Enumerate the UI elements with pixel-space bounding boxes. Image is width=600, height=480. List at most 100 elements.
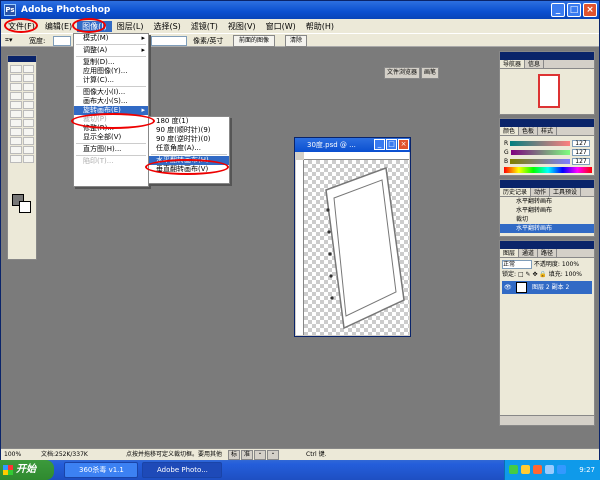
lock-icons[interactable]: □ ✎ ✥ 🔒 <box>518 271 547 278</box>
eyedropper-icon[interactable] <box>22 146 34 154</box>
move-tool-icon[interactable] <box>22 65 34 73</box>
history-item[interactable]: 水平翻转画布 <box>500 206 594 215</box>
blend-mode-select[interactable]: 正常 <box>502 260 532 269</box>
tab-tool-presets[interactable]: 工具预设 <box>550 188 582 196</box>
antivirus-icon[interactable] <box>533 465 542 474</box>
menu-view[interactable]: 视图(V) <box>223 21 261 32</box>
menu-layer[interactable]: 图层(L) <box>112 21 149 32</box>
background-color-swatch[interactable] <box>19 201 31 213</box>
tab-layers[interactable]: 图层 <box>500 249 520 257</box>
path-select-icon[interactable] <box>10 128 22 136</box>
color-spectrum[interactable] <box>504 167 592 173</box>
blue-slider[interactable] <box>510 158 570 164</box>
type-tool-icon[interactable] <box>22 128 34 136</box>
green-value[interactable]: 127 <box>572 148 590 156</box>
tab-info[interactable]: 信息 <box>525 60 545 68</box>
menu-item-canvas-size[interactable]: 画布大小(S)... <box>74 97 148 106</box>
blur-tool-icon[interactable] <box>10 119 22 127</box>
tab-actions[interactable]: 动作 <box>531 188 551 196</box>
menu-item-image-size[interactable]: 图像大小(I)... <box>74 88 148 97</box>
clear-button[interactable]: 清除 <box>285 35 307 47</box>
pen-tool-icon[interactable] <box>10 137 22 145</box>
lasso-tool-icon[interactable] <box>10 74 22 82</box>
rotate-90-ccw[interactable]: 90 度(逆时针)(0) <box>149 135 229 144</box>
rotate-90-cw[interactable]: 90 度(顺时针)(9) <box>149 126 229 135</box>
notes-tool-icon[interactable] <box>10 146 22 154</box>
tab-color[interactable]: 颜色 <box>500 127 520 135</box>
navigator-thumbnail[interactable] <box>538 74 560 108</box>
tab-paths[interactable]: 路径 <box>538 249 558 257</box>
history-item[interactable]: 水平翻转画布 <box>500 197 594 206</box>
slice-tool-icon[interactable] <box>22 83 34 91</box>
close-button[interactable]: × <box>583 3 597 17</box>
document-canvas[interactable] <box>304 160 409 335</box>
zoom-tool-icon[interactable] <box>22 155 34 163</box>
green-slider-row: G 127 <box>504 148 590 156</box>
brush-tool-icon[interactable] <box>22 92 34 100</box>
file-browser-tab[interactable]: 文件浏览器 <box>384 67 421 79</box>
volume-icon[interactable] <box>545 465 554 474</box>
menu-window[interactable]: 窗口(W) <box>261 21 301 32</box>
menu-item-apply-image[interactable]: 应用图像(Y)... <box>74 67 148 76</box>
resolution-field[interactable] <box>151 36 187 46</box>
history-item-current[interactable]: 水平翻转画布 <box>500 224 594 233</box>
menu-item-adjust[interactable]: 调整(A) ▸ <box>74 46 148 55</box>
start-button[interactable]: 开始 <box>0 460 54 480</box>
taskbar-item-photoshop[interactable]: Adobe Photo... <box>142 462 222 478</box>
width-field[interactable] <box>53 36 71 46</box>
eye-icon[interactable]: 👁 <box>504 281 512 294</box>
shape-tool-icon[interactable] <box>22 137 34 145</box>
red-slider[interactable] <box>510 140 570 146</box>
fill-field[interactable]: 100% <box>565 271 582 278</box>
resolution-unit[interactable]: 像素/英寸 <box>193 36 223 46</box>
tab-swatches[interactable]: 色板 <box>519 127 539 135</box>
doc-minimize-button[interactable]: _ <box>374 139 385 150</box>
network-icon[interactable] <box>521 465 530 474</box>
tab-navigator[interactable]: 导航器 <box>500 60 526 68</box>
crop-tool-icon[interactable]: ⌗▾ <box>5 36 12 45</box>
brushes-tab[interactable]: 画笔 <box>421 67 440 79</box>
ime-icon[interactable] <box>557 465 566 474</box>
tab-styles[interactable]: 样式 <box>538 127 558 135</box>
menu-item-mode[interactable]: 模式(M) ▸ <box>74 34 148 43</box>
history-brush-icon[interactable] <box>22 101 34 109</box>
maximize-button[interactable]: □ <box>567 3 581 17</box>
marquee-tool-icon[interactable] <box>10 65 22 73</box>
doc-close-button[interactable]: × <box>398 139 409 150</box>
green-slider[interactable] <box>510 149 570 155</box>
shield-icon[interactable] <box>509 465 518 474</box>
clone-stamp-icon[interactable] <box>10 101 22 109</box>
rotate-arbitrary[interactable]: 任意角度(A)... <box>149 144 229 153</box>
minimize-button[interactable]: _ <box>551 3 565 17</box>
ime-dot[interactable]: ・ <box>267 450 280 460</box>
menu-filter[interactable]: 滤镜(T) <box>186 21 223 32</box>
dodge-tool-icon[interactable] <box>22 119 34 127</box>
rotate-180[interactable]: 180 度(1) <box>149 117 229 126</box>
tab-channels[interactable]: 通道 <box>519 249 539 257</box>
ime-mode[interactable]: 标 <box>228 450 241 460</box>
gradient-tool-icon[interactable] <box>22 110 34 118</box>
menu-item-calculations[interactable]: 计算(C)... <box>74 76 148 85</box>
crop-tool-icon[interactable] <box>10 83 22 91</box>
eraser-tool-icon[interactable] <box>10 110 22 118</box>
red-value[interactable]: 127 <box>572 139 590 147</box>
layer-row[interactable]: 👁 图层 2 副本 2 <box>502 281 592 294</box>
menu-help[interactable]: 帮助(H) <box>301 21 339 32</box>
magic-wand-tool-icon[interactable] <box>22 74 34 82</box>
menu-select[interactable]: 选择(S) <box>148 21 185 32</box>
menu-item-histogram[interactable]: 直方图(H)... <box>74 145 148 154</box>
opacity-field[interactable]: 100% <box>562 261 579 268</box>
taskbar-item-360[interactable]: 360杀毒 v1.1 <box>64 462 138 478</box>
tab-history[interactable]: 历史记录 <box>500 188 532 196</box>
history-item[interactable]: 裁切 <box>500 215 594 224</box>
healing-brush-icon[interactable] <box>10 92 22 100</box>
menu-item-duplicate[interactable]: 复制(D)... <box>74 58 148 67</box>
hand-tool-icon[interactable] <box>10 155 22 163</box>
doc-maximize-button[interactable]: □ <box>386 139 397 150</box>
menu-item-reveal-all[interactable]: 显示全部(V) <box>74 133 148 142</box>
ime-standard[interactable]: 准 <box>241 450 254 460</box>
blue-value[interactable]: 127 <box>572 157 590 165</box>
front-image-button[interactable]: 前面的图像 <box>233 35 275 47</box>
ime-dot[interactable]: ・ <box>254 450 267 460</box>
menu-item-trap[interactable]: 陷印(T)... <box>74 157 148 166</box>
